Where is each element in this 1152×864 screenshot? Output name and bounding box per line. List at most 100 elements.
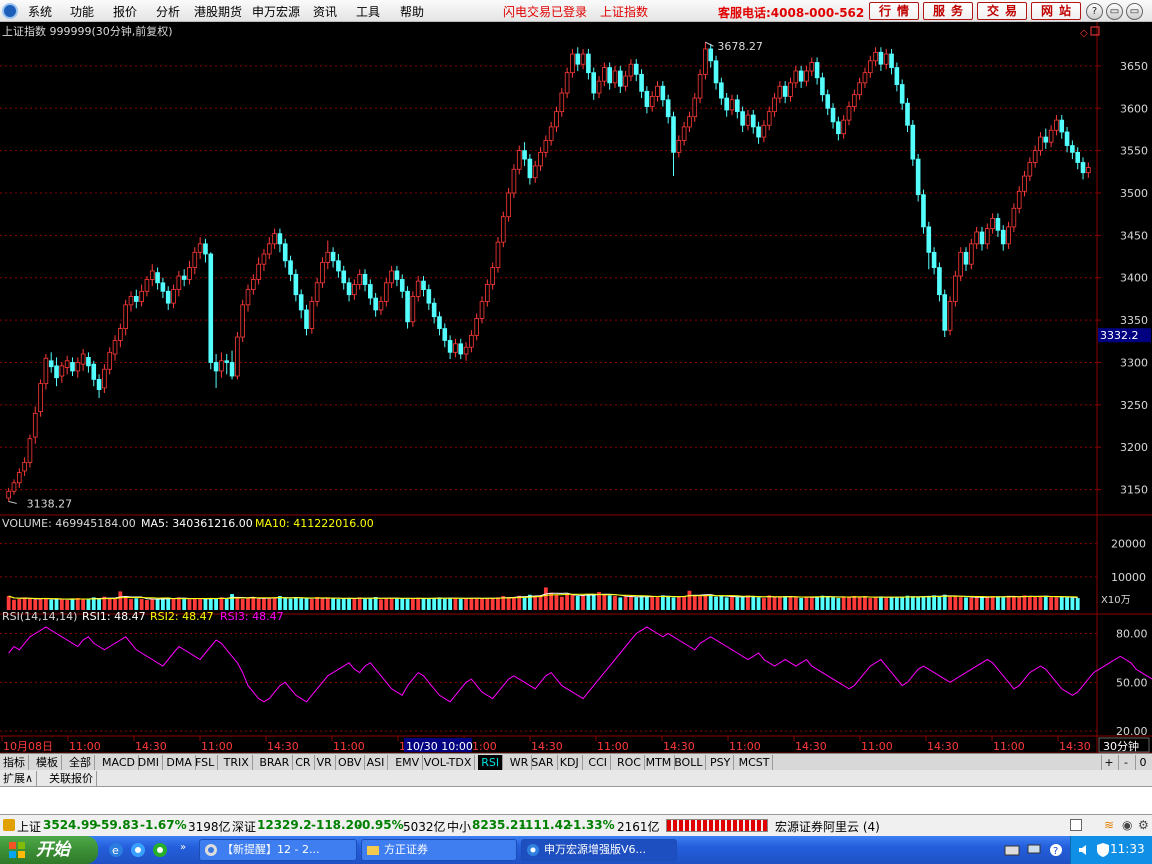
indicator-tab-asi[interactable]: ASI — [364, 755, 389, 770]
zx-change: -111.42 — [520, 818, 572, 832]
indicator-tab-cci[interactable]: CCI — [585, 755, 611, 770]
keyboard-icon[interactable] — [1004, 842, 1020, 858]
menu-analysis[interactable]: 分析 — [156, 3, 180, 20]
time-tick-label: 14:30 — [663, 740, 695, 753]
candle-body — [788, 82, 793, 97]
indicator-tab-boll[interactable]: BOLL — [671, 755, 707, 770]
time-highlight-label: 10/30 10:00 — [406, 740, 473, 753]
task-founder-securities[interactable]: 方正证券 — [361, 839, 517, 861]
candle-body — [687, 116, 692, 128]
help-tray-icon[interactable]: ? — [1048, 842, 1064, 858]
menu-help[interactable]: 帮助 — [400, 3, 424, 20]
candle-body — [921, 194, 926, 228]
tab-add-button[interactable]: + — [1101, 755, 1116, 770]
tab-reset-button[interactable]: 0 — [1135, 755, 1150, 770]
menu-hk-futures[interactable]: 港股期货 — [194, 3, 242, 20]
indicator-tab-sar[interactable]: SAR — [528, 755, 558, 770]
kline-chart[interactable]: 3650 3600 3550 3500 3450 3400 3350 3300 3250 3200… — [0, 22, 1152, 753]
broker-server[interactable]: 宏源证券阿里云 (4) — [775, 818, 880, 835]
help-icon[interactable]: ? — [1086, 3, 1103, 20]
svg-text:e: e — [112, 844, 119, 857]
menu-news[interactable]: 资讯 — [313, 3, 337, 20]
website-button[interactable]: 网站 — [1031, 2, 1081, 20]
candle-body — [346, 282, 352, 296]
candle-body — [240, 304, 245, 338]
volume-bar — [953, 596, 958, 610]
volume-bar — [166, 598, 171, 610]
volume-bar — [708, 595, 713, 610]
settings-icon[interactable]: ⚙ — [1138, 818, 1152, 832]
service-button[interactable]: 服务 — [923, 2, 973, 20]
network-icon[interactable] — [1026, 842, 1042, 858]
menu-system[interactable]: 系统 — [28, 3, 52, 20]
indicator-tab-vr[interactable]: VR — [314, 755, 336, 770]
volume-bar — [325, 597, 330, 610]
candle-body — [1032, 150, 1038, 163]
candle-body — [32, 412, 38, 438]
indicator-tab-voltdx[interactable]: VOL-TDX — [421, 755, 476, 770]
indicator-tab-emv[interactable]: EMV — [392, 755, 424, 770]
trade-button[interactable]: 交易 — [977, 2, 1027, 20]
minimize-icon[interactable]: ▭ — [1106, 3, 1123, 20]
volume-tray-icon[interactable] — [1077, 842, 1093, 858]
menu-function[interactable]: 功能 — [70, 3, 94, 20]
browser-icon[interactable] — [130, 842, 146, 858]
expand-tab[interactable]: 扩展∧ — [0, 771, 38, 786]
menu-tools[interactable]: 工具 — [356, 3, 380, 20]
task-notification[interactable]: 【新提醒】12 - 2... — [199, 839, 357, 861]
sz-value: 12329.2 — [257, 818, 312, 832]
indicator-tab-[interactable]: 指标 — [0, 755, 29, 770]
volume-bar — [81, 599, 86, 610]
quote-button[interactable]: 行情 — [869, 2, 919, 20]
indicator-tab-fsl[interactable]: FSL — [192, 755, 219, 770]
menu-quote[interactable]: 报价 — [113, 3, 137, 20]
candle-body — [809, 62, 815, 72]
menu-swhy[interactable]: 申万宏源 — [252, 3, 300, 20]
indicator-tab-[interactable]: 模板 — [33, 755, 62, 770]
indicator-tab-cr[interactable]: CR — [292, 755, 315, 770]
start-button[interactable]: 开始 — [0, 836, 98, 864]
low-price-label: 3138.27 — [27, 497, 73, 510]
window-icon[interactable] — [1070, 819, 1082, 831]
candle-body — [974, 231, 979, 245]
volume-bar — [410, 598, 415, 610]
indicator-tab-brar[interactable]: BRAR — [256, 755, 294, 770]
clock[interactable]: 11:33 — [1110, 842, 1145, 856]
current-index-link[interactable]: 上证指数 — [600, 3, 648, 20]
indicator-tab-[interactable]: 全部 — [66, 755, 95, 770]
restore-icon[interactable]: ▭ — [1126, 3, 1143, 20]
related-quote-tab[interactable]: 关联报价 — [46, 771, 97, 786]
indicator-tab-rsi[interactable]: RSI — [478, 755, 504, 770]
indicator-tab-psy[interactable]: PSY — [707, 755, 735, 770]
volume-bar — [942, 594, 947, 610]
broadcast-icon[interactable]: ◉ — [1122, 818, 1136, 832]
rsi-tick-label: 50.00 — [1116, 676, 1148, 689]
volume-bar — [389, 597, 394, 610]
indicator-tab-dmi[interactable]: DMI — [135, 755, 164, 770]
indicator-tab-trix[interactable]: TRIX — [221, 755, 253, 770]
candle-body — [54, 365, 59, 379]
quicklaunch-more-icon[interactable]: » — [180, 842, 186, 853]
zx-amount: 2161亿 — [617, 820, 660, 834]
volume-tick-label: 20000 — [1111, 538, 1146, 551]
volume-bar — [293, 597, 298, 610]
indicator-tab-obv[interactable]: OBV — [335, 755, 366, 770]
volume-bar — [698, 596, 702, 610]
indicator-tab-roc[interactable]: ROC — [614, 755, 645, 770]
indicator-tab-kdj[interactable]: KDJ — [557, 755, 583, 770]
candle-body — [1086, 167, 1091, 174]
app-logo-icon[interactable] — [2, 3, 18, 19]
shield-icon[interactable] — [1095, 842, 1111, 858]
candlestick-series[interactable] — [6, 42, 1091, 502]
volume-bar — [54, 598, 59, 610]
candle-body — [64, 360, 70, 368]
desktop-icon[interactable] — [152, 842, 168, 858]
flash-trade-status[interactable]: 闪电交易已登录 — [503, 3, 587, 20]
ie-icon[interactable]: e — [108, 842, 124, 858]
task-swhy-app[interactable]: 申万宏源增强版V6... — [521, 839, 677, 861]
volume-bar — [1022, 595, 1027, 610]
indicator-tab-macd[interactable]: MACD — [99, 755, 139, 770]
tab-remove-button[interactable]: - — [1118, 755, 1133, 770]
candle-body — [458, 343, 464, 355]
indicator-tab-mcst[interactable]: MCST — [736, 755, 774, 770]
